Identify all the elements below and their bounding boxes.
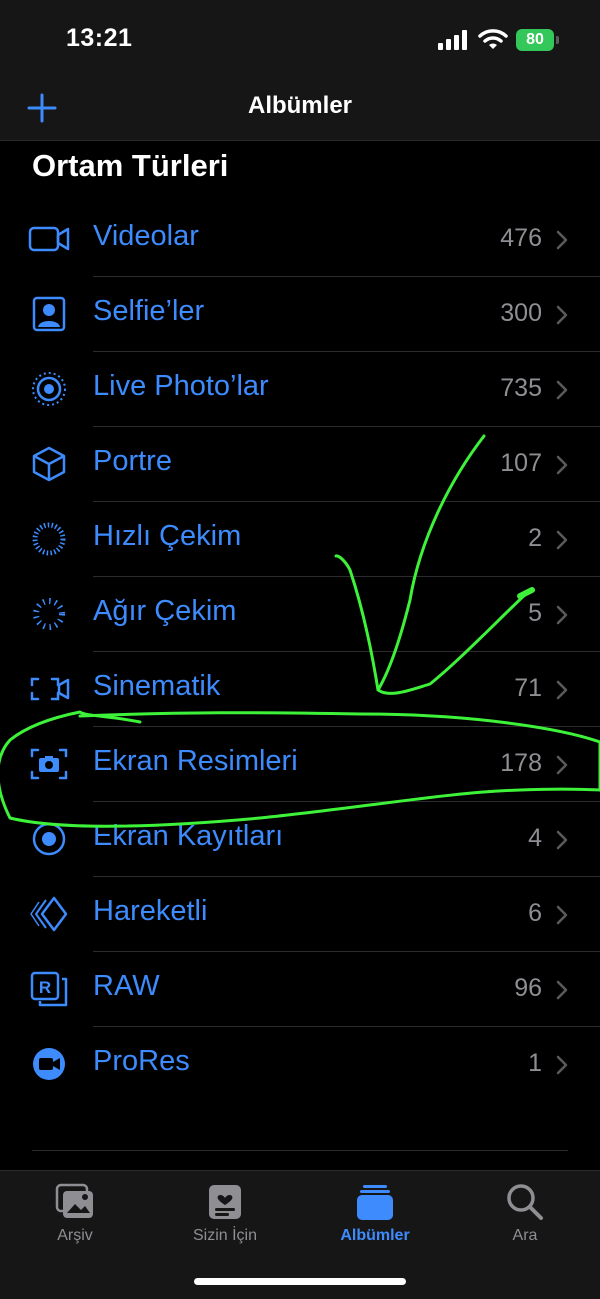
chevron-right-icon [556, 455, 568, 475]
row-count: 1 [528, 1049, 542, 1077]
live-photo-icon [32, 372, 66, 406]
battery-icon: 80 [516, 29, 562, 51]
svg-text:R: R [39, 978, 51, 997]
tab-label: Sizin İçin [192, 1227, 258, 1244]
row-count: 4 [528, 824, 542, 852]
chevron-right-icon [556, 905, 568, 925]
row-count: 735 [500, 374, 542, 402]
animated-icon [30, 896, 68, 932]
list-item-hareketli[interactable]: Hareketli 6 [0, 877, 600, 952]
search-icon [507, 1184, 543, 1220]
selfie-icon [32, 296, 66, 332]
chevron-right-icon [556, 605, 568, 625]
media-types-list: Videolar 476 Selfie’ler 300 Live Photo’l… [0, 202, 600, 1102]
row-label: Portre [93, 445, 172, 477]
list-item-hizli-cekim[interactable]: Hızlı Çekim 2 [0, 502, 600, 577]
row-label: Hareketli [93, 895, 208, 927]
row-label: Ekran Kayıtları [93, 820, 284, 852]
row-label: Videolar [93, 220, 199, 252]
home-indicator[interactable] [194, 1278, 406, 1285]
video-icon [28, 226, 70, 252]
cellular-signal-icon [438, 30, 467, 50]
for-you-icon [209, 1185, 241, 1219]
raw-icon: R [30, 971, 68, 1007]
list-item-videolar[interactable]: Videolar 476 [0, 202, 600, 277]
chevron-right-icon [556, 230, 568, 250]
page-title: Albümler [247, 92, 352, 119]
status-bar: 13:21 80 [0, 0, 600, 80]
list-item-raw[interactable]: R RAW 96 [0, 952, 600, 1027]
row-label: Hızlı Çekim [93, 520, 242, 552]
row-label: Ağır Çekim [93, 595, 237, 627]
list-item-ekran-kayitlari[interactable]: Ekran Kayıtları 4 [0, 802, 600, 877]
screenshot-icon [30, 748, 68, 780]
navigation-bar: Albümler [0, 80, 600, 141]
row-label: Selfie’ler [93, 295, 205, 327]
tab-label: Ara [512, 1227, 538, 1244]
timelapse-icon [32, 522, 66, 556]
cinematic-icon [30, 677, 70, 701]
row-count: 96 [514, 974, 542, 1002]
tab-arsiv[interactable]: Arşiv [15, 1181, 135, 1251]
row-label: Live Photo’lar [93, 370, 269, 402]
chevron-right-icon [556, 1055, 568, 1075]
list-item-agir-cekim[interactable]: Ağır Çekim 5 [0, 577, 600, 652]
screen-recording-icon [32, 822, 66, 856]
battery-cap [556, 36, 559, 44]
albums-icon [357, 1185, 393, 1220]
row-count: 178 [500, 749, 542, 777]
library-photos-icon [55, 1183, 93, 1218]
prores-icon [33, 1048, 65, 1080]
row-count: 5 [528, 599, 542, 627]
status-time: 13:21 [66, 24, 133, 52]
row-label: ProRes [93, 1045, 190, 1077]
chevron-right-icon [556, 530, 568, 550]
list-item-ekran-resimleri[interactable]: Ekran Resimleri 178 [0, 727, 600, 802]
row-count: 6 [528, 899, 542, 927]
row-count: 71 [514, 674, 542, 702]
section-title: Ortam Türleri [32, 148, 229, 183]
tab-albumler[interactable]: Albümler [315, 1181, 435, 1251]
row-count: 476 [500, 224, 542, 252]
slow-motion-icon [33, 598, 65, 630]
row-label: RAW [93, 970, 160, 1002]
list-item-prores[interactable]: ProRes 1 [0, 1027, 600, 1102]
chevron-right-icon [556, 380, 568, 400]
row-label: Ekran Resimleri [93, 745, 298, 777]
tab-label: Albümler [340, 1227, 410, 1244]
chevron-right-icon [556, 305, 568, 325]
list-item-live-photolar[interactable]: Live Photo’lar 735 [0, 352, 600, 427]
chevron-right-icon [556, 980, 568, 1000]
chevron-right-icon [556, 680, 568, 700]
tab-label: Arşiv [57, 1227, 93, 1244]
row-label: Sinematik [93, 670, 221, 702]
row-count: 107 [500, 449, 542, 477]
tab-ara[interactable]: Ara [465, 1181, 585, 1251]
chevron-right-icon [556, 830, 568, 850]
list-item-selfieler[interactable]: Selfie’ler 300 [0, 277, 600, 352]
list-item-sinematik[interactable]: Sinematik 71 [0, 652, 600, 727]
battery-level: 80 [526, 31, 544, 48]
list-end-divider [32, 1150, 568, 1151]
tab-sizin-icin[interactable]: Sizin İçin [165, 1181, 285, 1251]
row-count: 2 [528, 524, 542, 552]
chevron-right-icon [556, 755, 568, 775]
portrait-cube-icon [32, 446, 66, 482]
wifi-icon [478, 29, 508, 49]
row-count: 300 [500, 299, 542, 327]
list-item-portre[interactable]: Portre 107 [0, 427, 600, 502]
